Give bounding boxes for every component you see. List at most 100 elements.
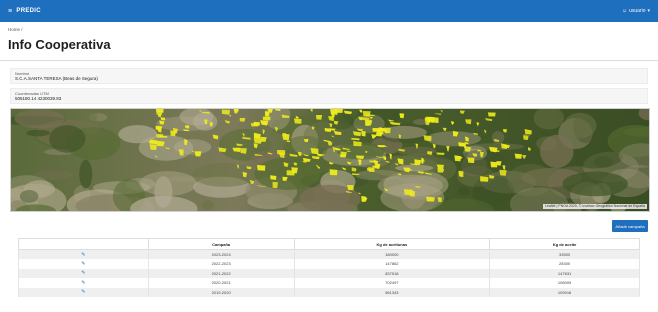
edit-cell: ✎ [18, 249, 149, 259]
kg-oil-cell: 28300 [489, 259, 640, 269]
edit-icon[interactable]: ✎ [81, 252, 85, 258]
table-row: ✎ 2021-2022 837518 147631 [18, 268, 640, 278]
campaign-cell: 2020-2021 [147, 278, 295, 288]
kg-oil-cell: 147631 [489, 268, 640, 278]
olive-parcel [514, 153, 522, 159]
divider [0, 60, 658, 61]
edit-icon[interactable]: ✎ [81, 289, 85, 295]
kg-oil-cell: 33500 [489, 249, 640, 259]
kg-oil-cell: 108009 [489, 278, 640, 288]
satellite-map[interactable] [11, 109, 650, 212]
table-row: ✎ 2019-2020 561343 109016 [18, 287, 640, 297]
terrain-patch [563, 112, 597, 139]
terrain-patch [201, 200, 214, 210]
add-campaign-button[interactable]: Añadir campaña [612, 220, 648, 232]
edit-cell: ✎ [18, 259, 149, 269]
chevron-down-icon: ▾ [647, 8, 650, 14]
terrain-patch [19, 190, 39, 203]
page-title: Info Cooperativa [8, 37, 111, 52]
campaign-cell: 2022-2023 [147, 259, 295, 269]
table-row: ✎ 2023-2024 180000 33500 [18, 249, 640, 259]
table-row: ✎ 2020-2021 702497 108009 [18, 278, 640, 288]
olive-parcel [399, 113, 405, 119]
olive-parcel [487, 112, 496, 117]
olive-parcel [404, 189, 413, 196]
terrain-patch [593, 156, 613, 168]
olive-parcel [458, 170, 464, 178]
terrain-patch [14, 109, 65, 129]
olive-parcel [257, 165, 266, 171]
user-menu[interactable]: ☺ usuario ▾ [622, 8, 650, 14]
edit-cell: ✎ [18, 278, 149, 288]
olive-parcel [156, 133, 164, 138]
menu-icon[interactable]: ≡ [8, 8, 12, 15]
terrain-patch [49, 125, 86, 153]
campaign-cell: 2019-2020 [147, 287, 295, 297]
olive-parcel [499, 169, 507, 176]
campaign-table: Campaña Kg de aceitunas Kg de aceite ✎ 2… [18, 238, 640, 297]
kg-olives-cell: 180000 [293, 249, 491, 259]
edit-icon[interactable]: ✎ [81, 280, 85, 286]
header-kg-oil[interactable]: Kg de aceite [489, 238, 640, 250]
terrain-patch [26, 129, 51, 137]
table-header-row: Campaña Kg de aceitunas Kg de aceite [18, 238, 640, 250]
olive-parcel [334, 109, 343, 113]
edit-icon[interactable]: ✎ [81, 261, 85, 267]
map-view[interactable]: Leaflet | PNOA 2020, © Instituto Geográf… [10, 108, 650, 212]
olive-parcel [262, 116, 271, 121]
olive-parcel [239, 118, 246, 122]
user-icon: ☺ [621, 8, 628, 14]
top-navbar: ≡ PREDIC ☺ usuario ▾ [0, 0, 658, 22]
terrain-patch [83, 115, 99, 135]
app-name: PREDIC [16, 8, 41, 14]
breadcrumb[interactable]: Home / [8, 27, 23, 32]
terrain-patch [491, 131, 505, 145]
edit-cell: ✎ [18, 287, 149, 297]
kg-olives-cell: 702497 [293, 278, 491, 288]
olive-parcel [149, 144, 157, 150]
header-campaign[interactable]: Campaña [147, 238, 295, 250]
edit-cell: ✎ [18, 268, 149, 278]
edit-icon[interactable]: ✎ [81, 270, 85, 276]
olive-parcel [221, 109, 230, 115]
terrain-patch [395, 164, 434, 172]
olive-parcel [316, 115, 323, 120]
olive-parcel [194, 151, 202, 157]
olive-parcel [361, 130, 366, 137]
terrain-patch [457, 186, 471, 196]
olive-parcel [372, 128, 381, 132]
olive-parcel [304, 139, 309, 143]
map-attribution[interactable]: Leaflet | PNOA 2020, © Instituto Geográf… [543, 204, 647, 209]
kg-oil-cell: 109016 [489, 287, 640, 297]
table-row: ✎ 2022-2023 147862 28300 [18, 259, 640, 269]
coordenadas-value: 505180.14 4230039.83 [15, 96, 62, 101]
nombre-value: S.C.A.SANTA TERESA (Beas de Segura) [15, 76, 98, 81]
olive-parcel [384, 127, 391, 134]
header-kg-olives[interactable]: Kg de aceitunas [293, 238, 491, 250]
header-edit [18, 238, 149, 250]
olive-parcel [362, 111, 371, 117]
terrain-patch [562, 171, 628, 197]
olive-parcel [490, 161, 498, 168]
kg-olives-cell: 837518 [293, 268, 491, 278]
kg-olives-cell: 561343 [293, 287, 491, 297]
olive-parcel [329, 169, 338, 176]
olive-parcel [286, 170, 295, 176]
nombre-field: Nombre S.C.A.SANTA TERESA (Beas de Segur… [10, 68, 648, 84]
campaign-cell: 2023-2024 [147, 249, 295, 259]
app-brand[interactable]: ≡ PREDIC [8, 8, 41, 15]
terrain-patch [79, 159, 93, 189]
olive-parcel [310, 148, 319, 155]
olive-parcel [270, 175, 277, 180]
olive-parcel [272, 181, 278, 189]
olive-parcel [253, 138, 262, 144]
terrain-patch [540, 134, 574, 168]
campaign-cell: 2021-2022 [147, 268, 295, 278]
olive-parcel [467, 157, 475, 164]
user-name: usuario [629, 8, 646, 14]
coordenadas-field: Coordenadas UTM 505180.14 4230039.83 [10, 88, 648, 104]
terrain-patch [139, 171, 197, 196]
olive-parcel [347, 185, 354, 191]
olive-parcel [293, 118, 302, 124]
olive-parcel [253, 121, 260, 126]
